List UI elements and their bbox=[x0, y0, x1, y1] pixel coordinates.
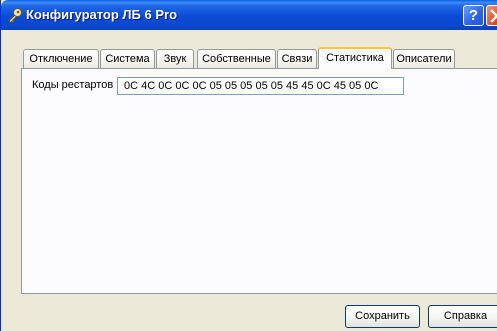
restart-codes-field[interactable]: 0C 4C 0C 0C 0C 05 05 05 05 05 45 45 0C 4… bbox=[117, 77, 404, 95]
help-button[interactable]: Справка bbox=[428, 305, 497, 328]
tab-statistika[interactable]: Статистика bbox=[318, 47, 392, 69]
help-title-button[interactable]: ? bbox=[463, 5, 484, 26]
save-button[interactable]: Сохранить bbox=[345, 305, 420, 328]
key-icon bbox=[8, 8, 22, 23]
close-icon bbox=[490, 9, 497, 23]
statistics-panel bbox=[21, 68, 497, 294]
close-button[interactable] bbox=[486, 5, 497, 26]
question-icon: ? bbox=[468, 7, 479, 24]
tab-otklyuchenie[interactable]: Отключение bbox=[23, 49, 99, 68]
restart-codes-label: Коды рестартов bbox=[32, 79, 114, 91]
tab-sistema[interactable]: Система bbox=[100, 49, 155, 68]
title-bar[interactable]: Конфигуратор ЛБ 6 Pro ? bbox=[1, 0, 497, 30]
tab-zvuk[interactable]: Звук bbox=[156, 49, 194, 68]
tab-sobstvennye[interactable]: Собственные bbox=[197, 49, 276, 68]
tab-svyazi[interactable]: Связи bbox=[277, 49, 317, 68]
tab-opisateli[interactable]: Описатели bbox=[393, 49, 455, 68]
configurator-window: Конфигуратор ЛБ 6 Pro ? Отключение Систе… bbox=[0, 0, 497, 331]
window-title: Конфигуратор ЛБ 6 Pro bbox=[26, 7, 178, 22]
